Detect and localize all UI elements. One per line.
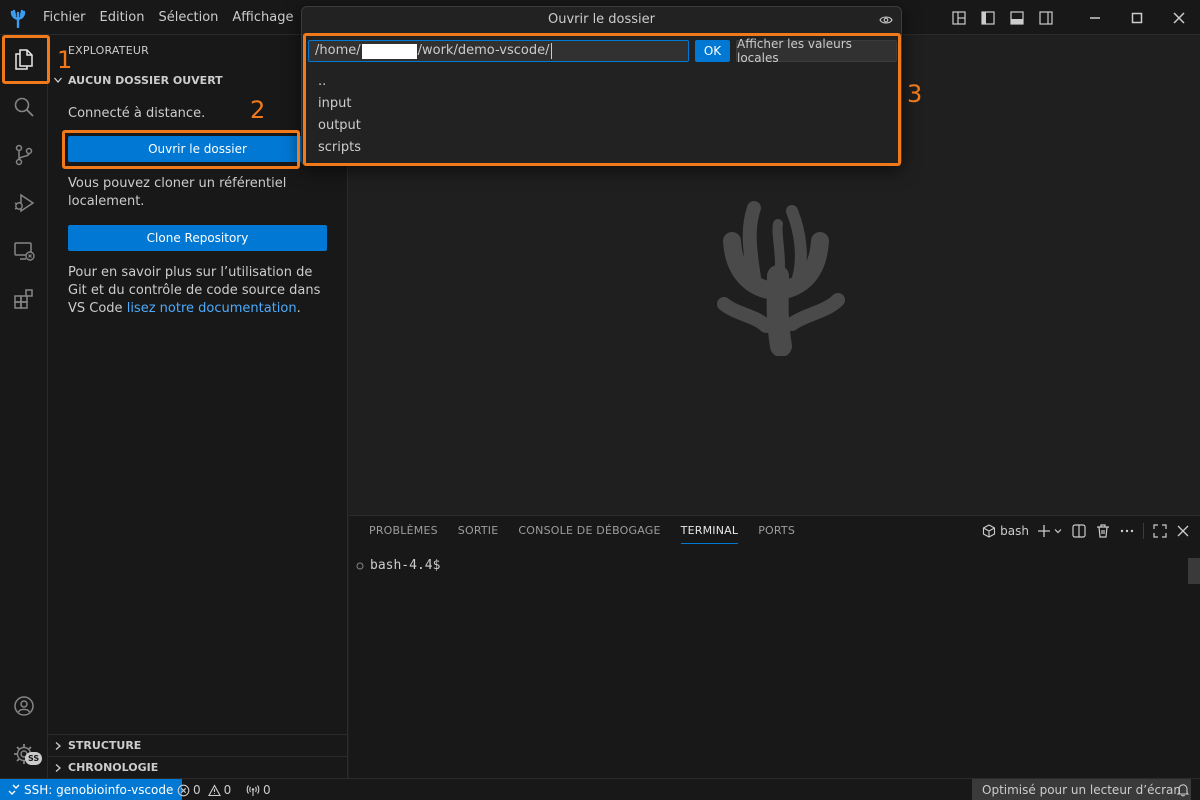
remote-explorer-icon[interactable] [0, 227, 48, 275]
section-title: STRUCTURE [68, 739, 142, 752]
run-debug-icon[interactable] [0, 179, 48, 227]
more-actions-icon[interactable] [1119, 520, 1135, 542]
sidebar-title: EXPLORATEUR [68, 44, 149, 57]
manage-gear-icon[interactable]: SS [0, 730, 48, 778]
new-terminal-plus-icon[interactable] [1037, 520, 1063, 542]
eye-icon[interactable] [879, 14, 893, 26]
list-item-scripts[interactable]: scripts [302, 137, 901, 159]
toggle-panel-icon[interactable] [1002, 0, 1031, 35]
tab-ports[interactable]: PORTS [748, 516, 805, 546]
connected-text: Connecté à distance. [68, 106, 206, 121]
chevron-right-icon [48, 763, 68, 773]
docs-end: . [296, 301, 301, 316]
explorer-icon[interactable] [0, 35, 48, 83]
chevron-down-icon [48, 75, 68, 85]
minimize-icon[interactable] [1074, 0, 1116, 35]
notifications-bell-icon[interactable] [1176, 779, 1190, 800]
ports-count: 0 [263, 783, 271, 797]
activity-bar: SS [0, 35, 48, 778]
list-item-input[interactable]: input [302, 93, 901, 115]
ok-button[interactable]: OK [695, 40, 730, 62]
cube-icon [983, 524, 996, 538]
remote-indicator[interactable]: SSH: genobioinfo-vscode [0, 779, 183, 800]
open-folder-quickpick: Ouvrir le dossier /home/ /work/demo-vsco… [301, 6, 902, 166]
menu-bar: Fichier Edition Sélection Affichage [36, 0, 300, 35]
problems-indicator[interactable]: 0 0 [177, 779, 231, 800]
docs-link[interactable]: lisez notre documentation [127, 301, 297, 316]
text-cursor [550, 43, 552, 59]
broadcast-icon [246, 784, 260, 796]
kill-terminal-trash-icon[interactable] [1095, 520, 1111, 542]
close-panel-icon[interactable] [1176, 520, 1190, 542]
maximize-panel-icon[interactable] [1152, 520, 1168, 542]
section-title: AUCUN DOSSIER OUVERT [68, 73, 223, 87]
panel-actions: bash [982, 516, 1190, 546]
terminal-scrollbar[interactable] [1188, 558, 1200, 584]
toggle-secondary-sidebar-icon[interactable] [1031, 0, 1060, 35]
source-control-icon[interactable] [0, 131, 48, 179]
vscodium-watermark-icon [717, 201, 845, 356]
folder-list: .. input output scripts [302, 71, 901, 159]
list-item-output[interactable]: output [302, 115, 901, 137]
close-window-icon[interactable] [1158, 0, 1200, 35]
warning-count: 0 [223, 783, 232, 797]
screen-reader-mode[interactable]: Optimisé pour un lecteur d’écran [972, 779, 1191, 800]
forwarded-ports-indicator[interactable]: 0 [246, 779, 271, 800]
status-bar: SSH: genobioinfo-vscode 0 0 0 Optimisé p… [0, 778, 1200, 800]
path-prefix: /home/ [315, 43, 361, 58]
annotation-number-3: 3 [907, 80, 923, 108]
terminal-shell-selector[interactable]: bash [982, 520, 1029, 542]
folder-path-input[interactable]: /home/ /work/demo-vscode/ [308, 40, 689, 62]
toggle-primary-sidebar-icon[interactable] [973, 0, 1002, 35]
command-status-circle-icon [356, 562, 364, 569]
show-local-button[interactable]: Afficher les valeurs locales [736, 37, 897, 65]
section-title: CHRONOLOGIE [68, 761, 159, 774]
maximize-icon[interactable] [1116, 0, 1158, 35]
error-icon [177, 784, 190, 796]
remote-label: SSH: genobioinfo-vscode [24, 783, 174, 797]
customize-layout-icon[interactable] [944, 0, 973, 35]
tab-output[interactable]: SORTIE [448, 516, 509, 546]
annotation-number-2: 2 [250, 96, 266, 124]
terminal-prompt: bash-4.4$ [370, 558, 441, 573]
timeline-section-header[interactable]: CHRONOLOGIE [48, 756, 348, 778]
menu-edition[interactable]: Edition [93, 0, 152, 35]
open-folder-button[interactable]: Ouvrir le dossier [68, 136, 327, 162]
window-controls [944, 0, 1200, 35]
clone-repository-button[interactable]: Clone Repository [68, 225, 327, 251]
vscodium-logo-icon[interactable] [8, 8, 28, 28]
tab-debug-console[interactable]: CONSOLE DE DÉBOGAGE [508, 516, 670, 546]
extensions-icon[interactable] [0, 275, 48, 323]
remote-icon [8, 784, 20, 795]
tab-terminal[interactable]: TERMINAL [671, 516, 749, 546]
redacted-username [361, 43, 417, 59]
account-badge: SS [25, 752, 43, 765]
search-icon[interactable] [0, 83, 48, 131]
tab-problems[interactable]: PROBLÈMES [359, 516, 448, 546]
clone-info-text: Vous pouvez cloner un référentiel locale… [68, 176, 287, 209]
panel-tabs: PROBLÈMES SORTIE CONSOLE DE DÉBOGAGE TER… [359, 516, 805, 546]
split-terminal-icon[interactable] [1071, 520, 1087, 542]
menu-fichier[interactable]: Fichier [36, 0, 93, 35]
annotation-number-1: 1 [57, 46, 73, 74]
path-suffix: /work/demo-vscode/ [417, 43, 550, 58]
docs-info-text: Pour en savoir plus sur l’utilisation de… [68, 264, 330, 318]
accounts-icon[interactable] [0, 682, 48, 730]
chevron-right-icon [48, 741, 68, 751]
menu-affichage[interactable]: Affichage [225, 0, 300, 35]
shell-label: bash [1000, 524, 1029, 538]
chevron-down-icon [1054, 529, 1062, 534]
menu-selection[interactable]: Sélection [151, 0, 225, 35]
warning-icon [207, 783, 221, 796]
bottom-panel: PROBLÈMES SORTIE CONSOLE DE DÉBOGAGE TER… [349, 515, 1200, 778]
list-item-parent[interactable]: .. [302, 71, 901, 93]
quickpick-title: Ouvrir le dossier [547, 12, 656, 27]
panel-divider [1143, 523, 1144, 539]
terminal-line[interactable]: bash-4.4$ [355, 558, 440, 573]
structure-section-header[interactable]: STRUCTURE [48, 734, 348, 756]
error-count: 0 [193, 783, 201, 797]
